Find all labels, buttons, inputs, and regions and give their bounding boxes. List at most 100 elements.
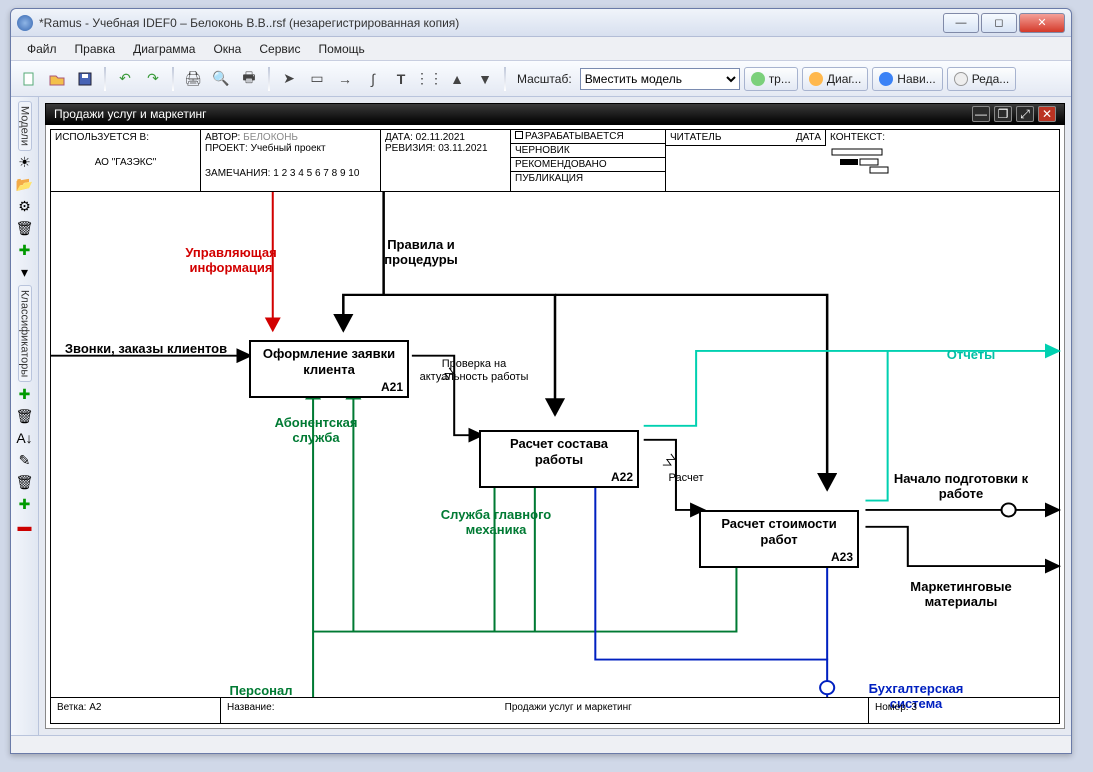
doc-close-icon[interactable]: ✕ (1038, 106, 1056, 122)
sidebar: Модели ☀ 📂 ⚙ 🗑 ✚ ▾ Классификаторы ✚ 🗑 A↓… (11, 97, 39, 735)
side-sun-icon[interactable]: ☀ (15, 153, 35, 173)
side-edit-icon[interactable]: ✎ (15, 450, 35, 470)
lbl-control-red: Управляющая информация (171, 246, 291, 276)
menu-service[interactable]: Сервис (253, 40, 306, 58)
reader-date-label: ДАТА (796, 132, 821, 143)
lbl-abonent: Абонентская служба (251, 416, 381, 446)
idef-frame: ИСПОЛЬЗУЕТСЯ В: АО "ГАЗЭКС" АВТОР: БЕЛОК… (50, 129, 1060, 724)
tab-diagrams[interactable]: Диаг... (802, 67, 868, 91)
name-label: Название: (227, 702, 274, 719)
lbl-marketing: Маркетинговые материалы (881, 580, 1041, 610)
usedin-value: АО "ГАЗЭКС" (55, 157, 196, 168)
panel-models[interactable]: Модели (18, 101, 32, 151)
doc-min-icon[interactable]: — (972, 106, 990, 122)
lbl-mechanic: Служба главного механика (421, 508, 571, 538)
status-3: РЕКОМЕНДОВАНО (511, 158, 665, 172)
app-window: *Ramus - Учебная IDEF0 – Белоконь В.В..r… (10, 8, 1072, 754)
zoom-label: Масштаб: (517, 72, 572, 86)
menubar: Файл Правка Диаграмма Окна Сервис Помощь (11, 37, 1071, 61)
tab-navigator[interactable]: Нави... (872, 67, 942, 91)
status-2: ЧЕРНОВИК (511, 144, 665, 158)
down-icon[interactable]: ▼ (473, 67, 497, 91)
side-del-icon[interactable]: 🗑 (15, 406, 35, 426)
side-add-icon[interactable]: ✚ (15, 384, 35, 404)
side-dropdown-icon[interactable]: ▾ (15, 263, 35, 283)
side-plus-icon[interactable]: ✚ (15, 241, 35, 261)
side-plus2-icon[interactable]: ✚ (15, 494, 35, 514)
side-sort-icon[interactable]: A↓ (15, 428, 35, 448)
lbl-check: Проверка на актуальность работы (419, 358, 529, 383)
pointer-icon[interactable]: ➤ (277, 67, 301, 91)
printer-icon[interactable]: 🖶 (237, 67, 261, 91)
preview-icon[interactable]: 🔍 (209, 67, 233, 91)
zoom-select[interactable]: Вместить модель (580, 68, 740, 90)
project-value: Учебный проект (251, 143, 326, 154)
menu-diagram[interactable]: Диаграмма (127, 40, 201, 58)
context-label: КОНТЕКСТ: (830, 132, 1055, 143)
redo-icon[interactable]: ↷ (141, 67, 165, 91)
author-value: БЕЛОКОНЬ (243, 132, 298, 143)
panel-classifiers[interactable]: Классификаторы (18, 285, 32, 382)
toolbar: ↶ ↷ 🖨 🔍 🖶 ➤ ▭ → ∫ T ⋮⋮ ▲ ▼ Масштаб: Вмес… (11, 61, 1071, 97)
titlebar[interactable]: *Ramus - Учебная IDEF0 – Белоконь В.В..r… (11, 9, 1071, 37)
undo-icon[interactable]: ↶ (113, 67, 137, 91)
box-a22[interactable]: Расчет состава работыA22 (479, 430, 639, 488)
box-tool-icon[interactable]: ▭ (305, 67, 329, 91)
num-value: 3 (911, 702, 917, 713)
project-label: ПРОЕКТ: (205, 143, 248, 154)
branch-value: A2 (89, 702, 101, 713)
menu-windows[interactable]: Окна (207, 40, 247, 58)
doc-restore-icon[interactable]: ❐ (994, 106, 1012, 122)
document-area: Продажи услуг и маркетинг — ❐ ⤢ ✕ ИСПОЛЬ… (39, 97, 1071, 735)
workarea: Модели ☀ 📂 ⚙ 🗑 ✚ ▾ Классификаторы ✚ 🗑 A↓… (11, 97, 1071, 735)
lbl-calc: Расчет (651, 472, 721, 485)
minimize-button[interactable]: — (943, 13, 979, 33)
tilde-tool-icon[interactable]: ∫ (361, 67, 385, 91)
reader-label: ЧИТАТЕЛЬ (670, 132, 721, 143)
print-icon[interactable]: 🖨 (181, 67, 205, 91)
date-value: 02.11.2021 (416, 132, 465, 143)
box-a23[interactable]: Расчет стоимости работA23 (699, 510, 859, 568)
num-label: Номер: (875, 702, 909, 713)
side-trash-icon[interactable]: 🗑 (15, 219, 35, 239)
status-1: РАЗРАБАТЫВАЕТСЯ (525, 131, 624, 142)
lbl-start: Начало подготовки к работе (891, 472, 1031, 502)
usedin-label: ИСПОЛЬЗУЕТСЯ В: (55, 132, 196, 143)
notes-label: ЗАМЕЧАНИЯ: (205, 168, 270, 179)
rev-label: РЕВИЗИЯ: (385, 143, 435, 154)
status-4: ПУБЛИКАЦИЯ (511, 172, 665, 185)
up-icon[interactable]: ▲ (445, 67, 469, 91)
app-icon (17, 15, 33, 31)
grid-icon[interactable]: ⋮⋮ (417, 67, 441, 91)
menu-help[interactable]: Помощь (312, 40, 370, 58)
menu-edit[interactable]: Правка (69, 40, 122, 58)
side-trash2-icon[interactable]: 🗑 (15, 472, 35, 492)
save-icon[interactable] (73, 67, 97, 91)
side-minus-icon[interactable]: ▬ (15, 516, 35, 536)
window-title: *Ramus - Учебная IDEF0 – Белоконь В.В..r… (39, 16, 943, 30)
arrow-tool-icon[interactable]: → (333, 67, 357, 91)
author-label: АВТОР: (205, 132, 240, 143)
date-label: ДАТА: (385, 132, 413, 143)
statusbar (11, 735, 1071, 753)
document-body[interactable]: ИСПОЛЬЗУЕТСЯ В: АО "ГАЗЭКС" АВТОР: БЕЛОК… (45, 125, 1065, 729)
idef-footer: Ветка: A2 Название:Продажи услуг и марке… (51, 697, 1059, 723)
new-icon[interactable] (17, 67, 41, 91)
maximize-button[interactable]: ◻ (981, 13, 1017, 33)
open-icon[interactable] (45, 67, 69, 91)
diagram-canvas[interactable]: Оформление заявки клиентаA21 Расчет сост… (51, 192, 1059, 697)
rev-value: 03.11.2021 (438, 143, 487, 154)
document-titlebar[interactable]: Продажи услуг и маркетинг — ❐ ⤢ ✕ (45, 103, 1065, 125)
menu-file[interactable]: Файл (21, 40, 63, 58)
lbl-rules: Правила и процедуры (361, 238, 481, 268)
box-a21[interactable]: Оформление заявки клиентаA21 (249, 340, 409, 398)
tab-tree[interactable]: тр... (744, 67, 798, 91)
side-gear-icon[interactable]: ⚙ (15, 197, 35, 217)
text-tool-icon[interactable]: T (389, 67, 413, 91)
tab-editor[interactable]: Реда... (947, 67, 1017, 91)
doc-max-icon[interactable]: ⤢ (1016, 106, 1034, 122)
side-open-icon[interactable]: 📂 (15, 175, 35, 195)
close-button[interactable]: ✕ (1019, 13, 1065, 33)
lbl-input: Звонки, заказы клиентов (61, 342, 231, 357)
name-value: Продажи услуг и маркетинг (274, 702, 862, 719)
